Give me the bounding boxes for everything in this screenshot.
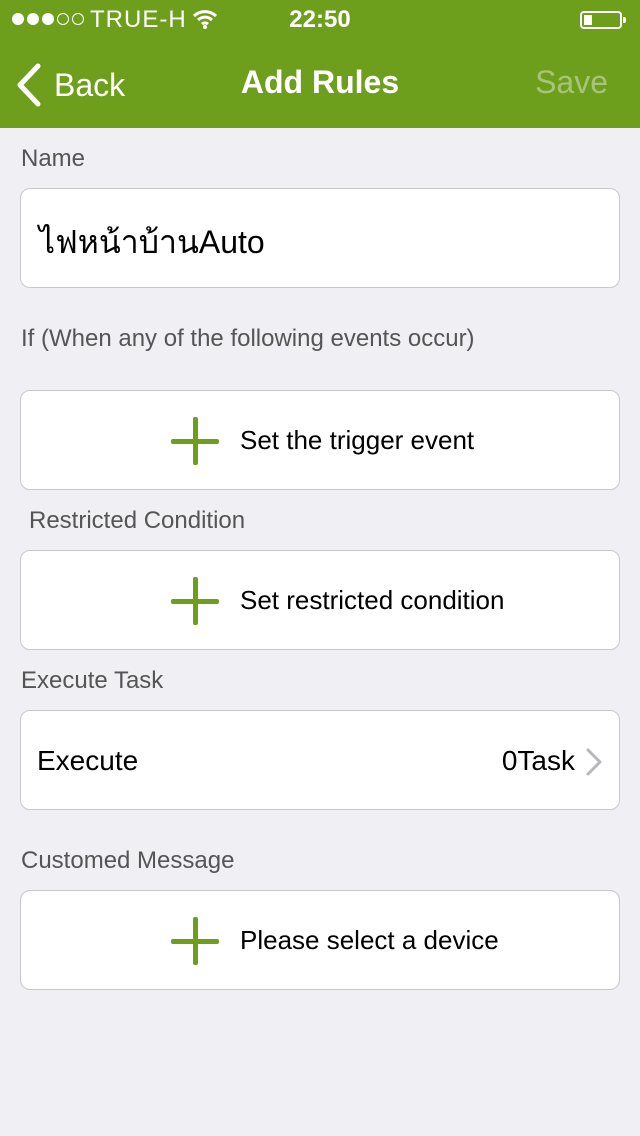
chevron-right-icon — [586, 748, 602, 776]
header-bar: TRUE-H 22:50 Back Add Rules Save — [0, 0, 640, 128]
set-restricted-condition-button[interactable]: Set restricted condition — [20, 550, 620, 650]
save-button[interactable]: Save — [535, 64, 608, 101]
select-device-button[interactable]: Please select a device — [20, 890, 620, 990]
clock: 22:50 — [289, 6, 351, 33]
execute-task-count: 0Task — [501, 745, 575, 776]
battery-icon — [580, 11, 626, 29]
name-field[interactable]: ไฟหน้าบ้านAuto — [20, 188, 620, 288]
plus-icon — [171, 917, 219, 965]
set-restricted-condition-label: Set restricted condition — [240, 585, 505, 615]
if-section-label: If (When any of the following events occ… — [21, 325, 475, 352]
name-field-value: ไฟหน้าบ้านAuto — [39, 224, 265, 260]
plus-icon — [171, 417, 219, 465]
select-device-label: Please select a device — [240, 925, 499, 955]
restricted-section-label: Restricted Condition — [29, 507, 246, 534]
execute-row-label: Execute — [37, 745, 139, 776]
set-trigger-event-label: Set the trigger event — [240, 425, 475, 455]
execute-section-label: Execute Task — [21, 667, 164, 694]
plus-icon — [171, 577, 219, 625]
name-section-label: Name — [21, 145, 86, 172]
status-bar: TRUE-H 22:50 — [0, 0, 640, 40]
message-section-label: Customed Message — [21, 847, 235, 874]
set-trigger-event-button[interactable]: Set the trigger event — [20, 390, 620, 490]
execute-task-row[interactable]: Execute 0Task — [20, 710, 620, 810]
